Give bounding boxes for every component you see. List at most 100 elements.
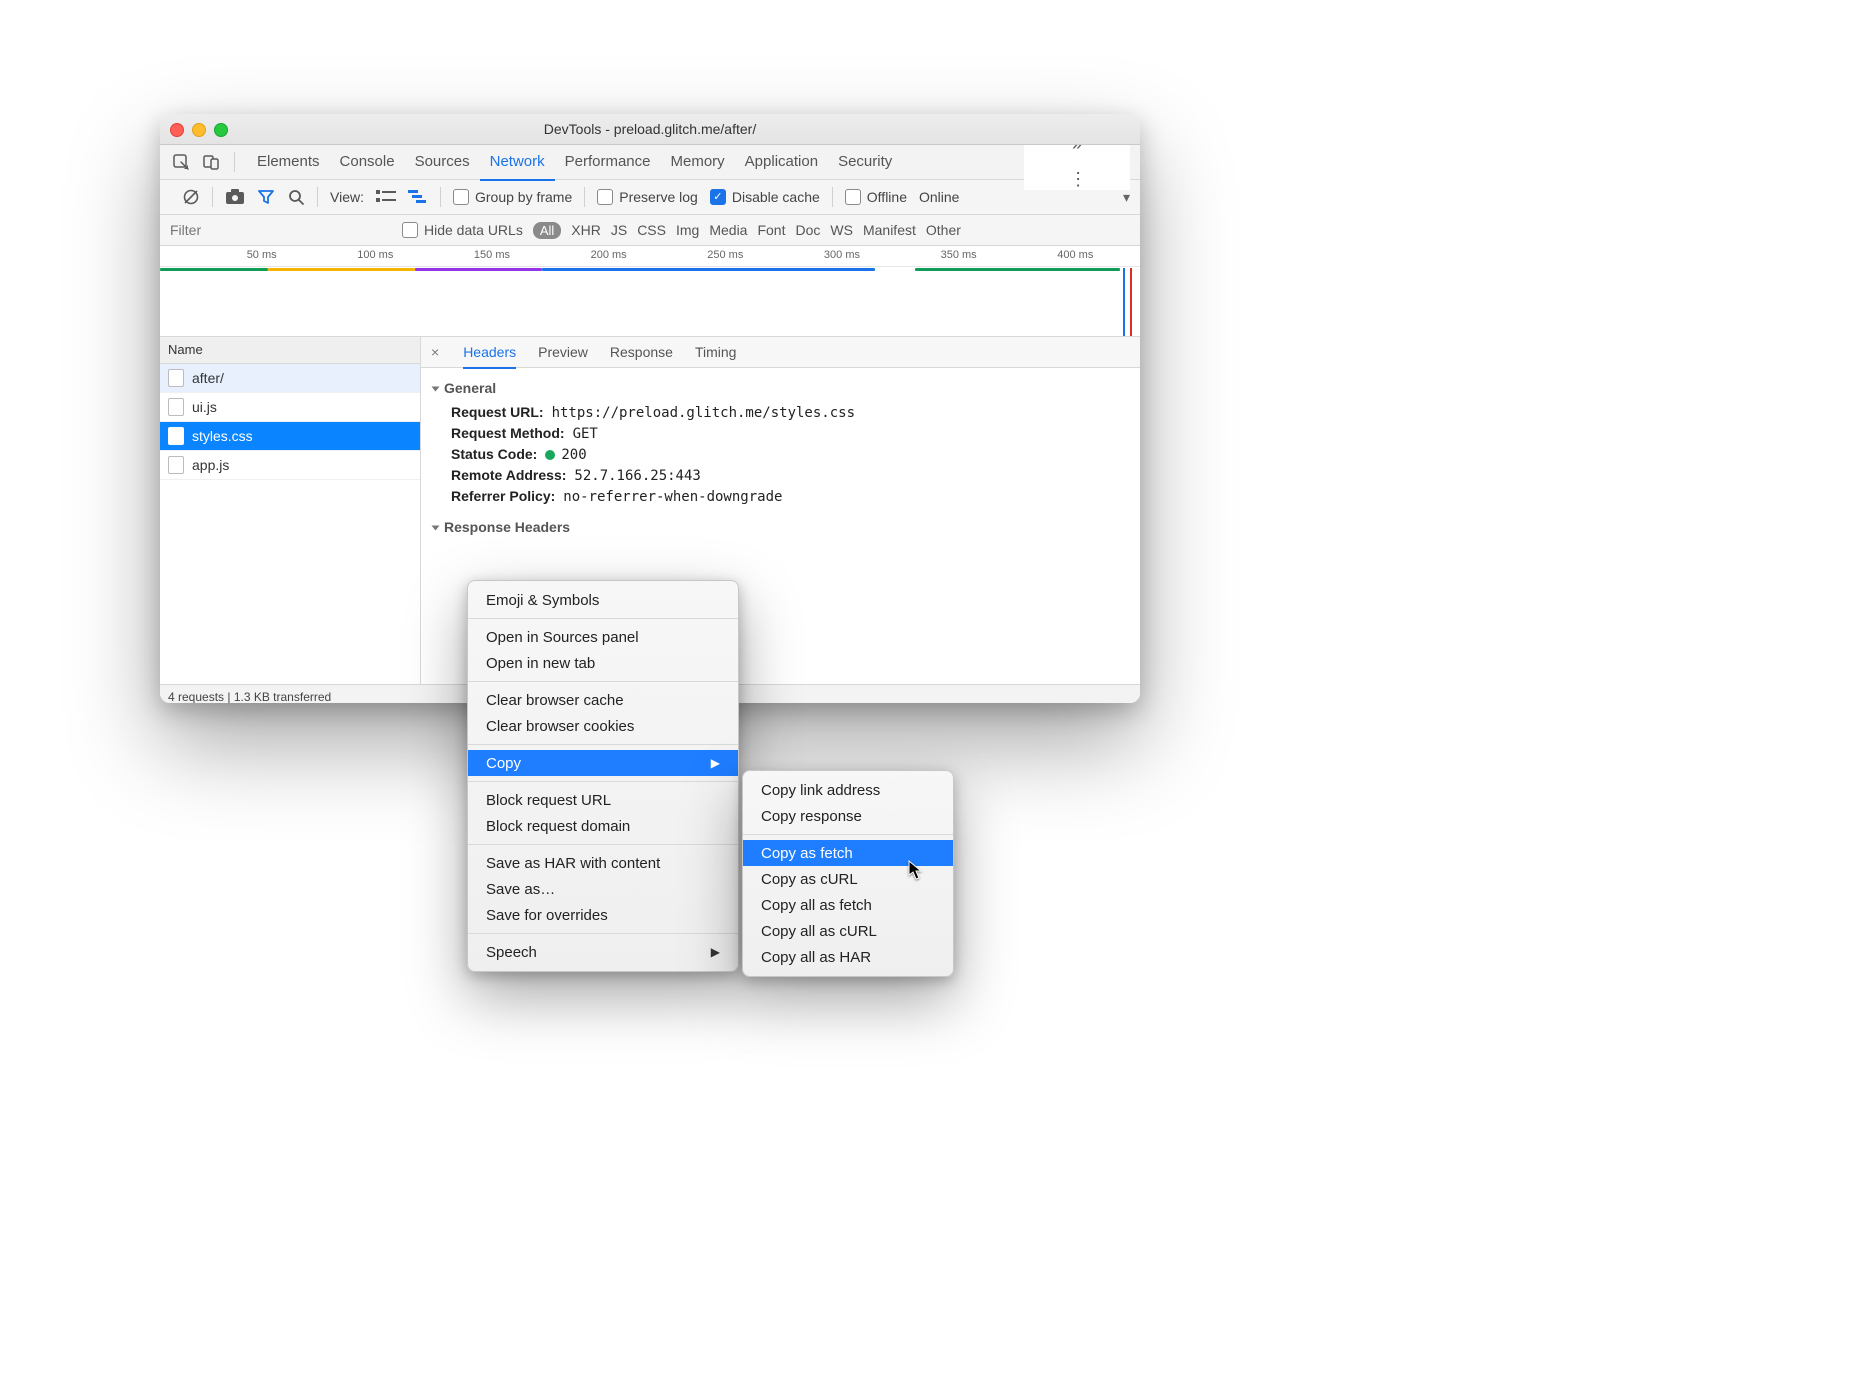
submenu-arrow-icon: ▶ — [711, 945, 720, 959]
filter-all-pill[interactable]: All — [533, 222, 561, 239]
tab-console[interactable]: Console — [330, 145, 405, 179]
view-large-icon[interactable] — [376, 189, 396, 205]
menu-item-label: Copy as cURL — [761, 871, 858, 888]
timeline-bar — [268, 268, 415, 271]
offline-checkbox[interactable]: Offline — [845, 189, 907, 205]
detail-tab-preview[interactable]: Preview — [538, 344, 588, 360]
window-close-button[interactable] — [170, 123, 184, 137]
menu-item[interactable]: Copy all as HAR — [743, 944, 953, 970]
group-by-frame-checkbox[interactable]: Group by frame — [453, 189, 572, 205]
request-url-value: https://preload.glitch.me/styles.css — [552, 405, 855, 421]
menu-item[interactable]: Copy response — [743, 803, 953, 829]
response-headers-section-label: Response Headers — [444, 519, 570, 535]
menu-item[interactable]: Open in new tab — [468, 650, 738, 676]
timeline-bar — [915, 268, 1121, 271]
menu-item-label: Clear browser cache — [486, 692, 624, 709]
menu-item[interactable]: Speech▶ — [468, 939, 738, 965]
throttling-select[interactable]: Online — [919, 189, 959, 205]
kebab-menu-icon[interactable]: ⋮ — [1069, 169, 1085, 190]
menu-item[interactable]: Copy▶ — [468, 750, 738, 776]
menu-item[interactable]: Save as… — [468, 876, 738, 902]
menu-item[interactable]: Save for overrides — [468, 902, 738, 928]
request-row[interactable]: after/ — [160, 364, 420, 393]
detail-tab-timing[interactable]: Timing — [695, 344, 737, 360]
detail-tab-headers[interactable]: Headers — [463, 337, 516, 369]
request-row[interactable]: styles.css — [160, 422, 420, 451]
filter-type-ws[interactable]: WS — [830, 222, 853, 238]
screenshots-icon[interactable] — [225, 189, 245, 205]
menu-item[interactable]: Clear browser cookies — [468, 713, 738, 739]
request-row[interactable]: app.js — [160, 451, 420, 480]
menu-item[interactable]: Copy all as fetch — [743, 892, 953, 918]
filter-type-xhr[interactable]: XHR — [571, 222, 601, 238]
request-list-panel: Name after/ui.js styles.cssapp.js — [160, 337, 421, 684]
menu-item[interactable]: Clear browser cache — [468, 687, 738, 713]
window-minimize-button[interactable] — [192, 123, 206, 137]
filter-input[interactable] — [168, 217, 392, 243]
filter-type-doc[interactable]: Doc — [795, 222, 820, 238]
menu-item[interactable]: Copy as fetch — [743, 840, 953, 866]
menu-item[interactable]: Save as HAR with content — [468, 850, 738, 876]
menu-item[interactable]: Copy link address — [743, 777, 953, 803]
window-titlebar: DevTools - preload.glitch.me/after/ — [160, 114, 1140, 145]
request-url-label: Request URL: — [451, 404, 544, 420]
timeline-marker — [1130, 268, 1132, 336]
tab-performance[interactable]: Performance — [555, 145, 661, 179]
offline-label: Offline — [867, 189, 907, 205]
network-timeline-overview[interactable]: 50 ms100 ms150 ms200 ms250 ms300 ms350 m… — [160, 246, 1140, 337]
search-icon[interactable] — [287, 188, 305, 206]
inspect-icon[interactable] — [170, 151, 192, 173]
menu-item[interactable]: Open in Sources panel — [468, 624, 738, 650]
menu-item[interactable]: Block request URL — [468, 787, 738, 813]
filter-type-other[interactable]: Other — [926, 222, 961, 238]
timeline-tick: 150 ms — [474, 249, 510, 261]
request-method-label: Request Method: — [451, 425, 565, 441]
filter-type-font[interactable]: Font — [757, 222, 785, 238]
tab-memory[interactable]: Memory — [661, 145, 735, 179]
disable-cache-checkbox[interactable]: ✓Disable cache — [710, 189, 820, 205]
close-details-icon[interactable]: × — [431, 344, 439, 360]
clear-icon[interactable] — [182, 188, 200, 206]
filter-type-img[interactable]: Img — [676, 222, 699, 238]
copy-submenu[interactable]: Copy link addressCopy response Copy as fe… — [742, 770, 954, 977]
window-zoom-button[interactable] — [214, 123, 228, 137]
status-summary: 4 requests | 1.3 KB transferred — [168, 690, 331, 703]
filter-type-manifest[interactable]: Manifest — [863, 222, 916, 238]
menu-item-label: Open in Sources panel — [486, 629, 639, 646]
tab-network[interactable]: Network — [480, 145, 555, 181]
tab-security[interactable]: Security — [828, 145, 902, 179]
menu-item[interactable]: Copy all as cURL — [743, 918, 953, 944]
tab-elements[interactable]: Elements — [247, 145, 330, 179]
filter-type-css[interactable]: CSS — [637, 222, 666, 238]
request-name: ui.js — [192, 399, 217, 415]
timeline-tick: 50 ms — [247, 249, 277, 261]
throttling-chevron-icon[interactable]: ▾ — [1123, 189, 1130, 206]
document-icon — [168, 398, 184, 416]
tab-sources[interactable]: Sources — [405, 145, 480, 179]
group-by-frame-label: Group by frame — [475, 189, 572, 205]
menu-item-label: Emoji & Symbols — [486, 592, 599, 609]
detail-tab-response[interactable]: Response — [610, 344, 673, 360]
menu-item-label: Clear browser cookies — [486, 718, 634, 735]
request-row[interactable]: ui.js — [160, 393, 420, 422]
filter-toggle-icon[interactable] — [257, 188, 275, 206]
menu-item[interactable]: Emoji & Symbols — [468, 587, 738, 613]
document-icon — [168, 369, 184, 387]
request-context-menu[interactable]: Emoji & Symbols Open in Sources panel Open… — [467, 580, 739, 972]
menu-item[interactable]: Copy as cURL — [743, 866, 953, 892]
detail-tabs: × Headers Preview Response Timing — [421, 337, 1140, 368]
preserve-log-checkbox[interactable]: Preserve log — [597, 189, 698, 205]
hide-data-urls-checkbox[interactable]: Hide data URLs — [402, 222, 523, 238]
window-controls — [170, 123, 228, 137]
request-list-header: Name — [160, 337, 420, 364]
timeline-bar — [160, 268, 268, 271]
tab-application[interactable]: Application — [735, 145, 828, 179]
timeline-bar — [415, 268, 542, 271]
timeline-marker — [1123, 268, 1125, 336]
filter-type-js[interactable]: JS — [611, 222, 627, 238]
device-toggle-icon[interactable] — [200, 151, 222, 173]
menu-item[interactable]: Block request domain — [468, 813, 738, 839]
filter-type-media[interactable]: Media — [709, 222, 747, 238]
view-waterfall-icon[interactable] — [408, 189, 428, 205]
window-title: DevTools - preload.glitch.me/after/ — [160, 121, 1140, 137]
